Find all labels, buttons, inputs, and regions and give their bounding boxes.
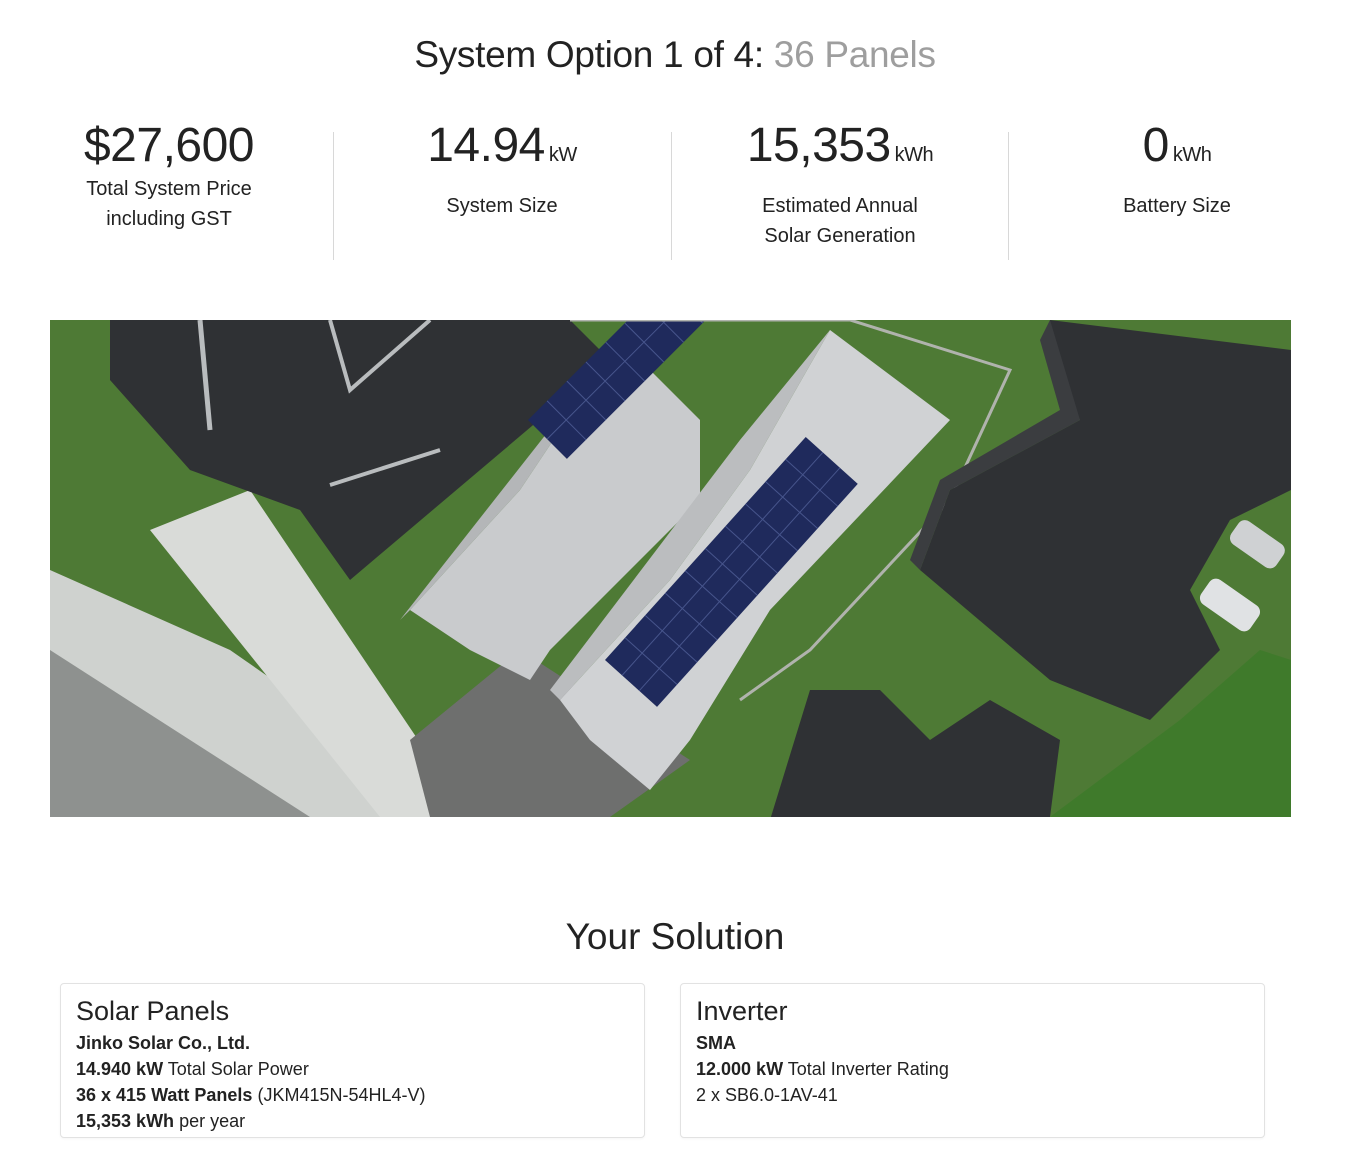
- system-stats: $27,600 Total System Price including GST…: [0, 118, 1350, 268]
- total-price-label-line2: including GST: [106, 208, 232, 230]
- system-size-value: 14.94 kW: [333, 118, 671, 183]
- battery-size-unit: kWh: [1172, 144, 1212, 166]
- solar-panels-heading: Solar Panels: [76, 996, 230, 1026]
- inverter-rating: 12.000 kW Total Inverter Rating: [696, 1056, 1249, 1082]
- inverter-rating-label: Total Inverter Rating: [787, 1059, 949, 1079]
- annual-generation-value: 15,353 kWh: [671, 118, 1009, 183]
- stat-total-price: $27,600 Total System Price including GST: [0, 118, 338, 234]
- total-price-value: $27,600: [83, 119, 255, 172]
- panel-manufacturer: Jinko Solar Co., Ltd.: [76, 1030, 629, 1056]
- panel-count-label: 36 Panels: [773, 34, 936, 75]
- annual-generation-unit: kWh: [894, 144, 934, 166]
- total-price-label: Total System Price including GST: [0, 174, 338, 234]
- annual-generation-number: 15,353: [746, 119, 891, 172]
- annual-production: 15,353 kWh per year: [76, 1108, 629, 1134]
- battery-size-number: 0: [1142, 119, 1170, 172]
- total-solar-power-value: 14.940 kW: [76, 1059, 164, 1079]
- inverter-card: Inverter SMA 12.000 kW Total Inverter Ra…: [680, 983, 1265, 1138]
- inverter-manufacturer-name: SMA: [696, 1033, 736, 1053]
- system-size-label: System Size: [446, 195, 558, 217]
- panel-model: (JKM415N-54HL4-V): [257, 1085, 426, 1105]
- system-option-title: System Option 1 of 4: 36 Panels: [0, 34, 1350, 76]
- solar-panels-card: Solar Panels Jinko Solar Co., Ltd. 14.94…: [60, 983, 645, 1138]
- panel-manufacturer-name: Jinko Solar Co., Ltd.: [76, 1033, 251, 1053]
- panel-count-value: 36 x 415 Watt Panels: [76, 1085, 253, 1105]
- system-size-number: 14.94: [427, 119, 545, 172]
- aerial-roof-illustration: [50, 320, 1291, 817]
- system-option-label: System Option 1 of 4:: [414, 34, 764, 75]
- stat-system-size: 14.94 kW System Size: [333, 118, 671, 221]
- total-price-label-line1: Total System Price: [86, 178, 252, 200]
- inverter-heading: Inverter: [696, 996, 788, 1026]
- battery-size-value: 0 kWh: [1008, 118, 1346, 183]
- total-solar-power-label: Total Solar Power: [167, 1059, 309, 1079]
- inverter-model: 2 x SB6.0-1AV-41: [696, 1085, 838, 1105]
- system-size-unit: kW: [548, 144, 577, 166]
- solution-heading: Your Solution: [565, 916, 785, 957]
- total-solar-power: 14.940 kW Total Solar Power: [76, 1056, 629, 1082]
- annual-generation-label-line2: Solar Generation: [764, 225, 916, 247]
- inverter-manufacturer: SMA: [696, 1030, 1249, 1056]
- stat-battery-size: 0 kWh Battery Size: [1008, 118, 1346, 221]
- panel-count: 36 x 415 Watt Panels (JKM415N-54HL4-V): [76, 1082, 629, 1108]
- annual-production-label: per year: [179, 1111, 246, 1131]
- inverter-rating-value: 12.000 kW: [696, 1059, 784, 1079]
- annual-production-value: 15,353 kWh: [76, 1111, 175, 1131]
- annual-generation-label: Estimated Annual Solar Generation: [671, 191, 1009, 251]
- aerial-roof-image: [50, 320, 1291, 817]
- battery-size-label: Battery Size: [1123, 195, 1231, 217]
- stat-annual-generation: 15,353 kWh Estimated Annual Solar Generat…: [671, 118, 1009, 251]
- annual-generation-label-line1: Estimated Annual: [762, 195, 918, 217]
